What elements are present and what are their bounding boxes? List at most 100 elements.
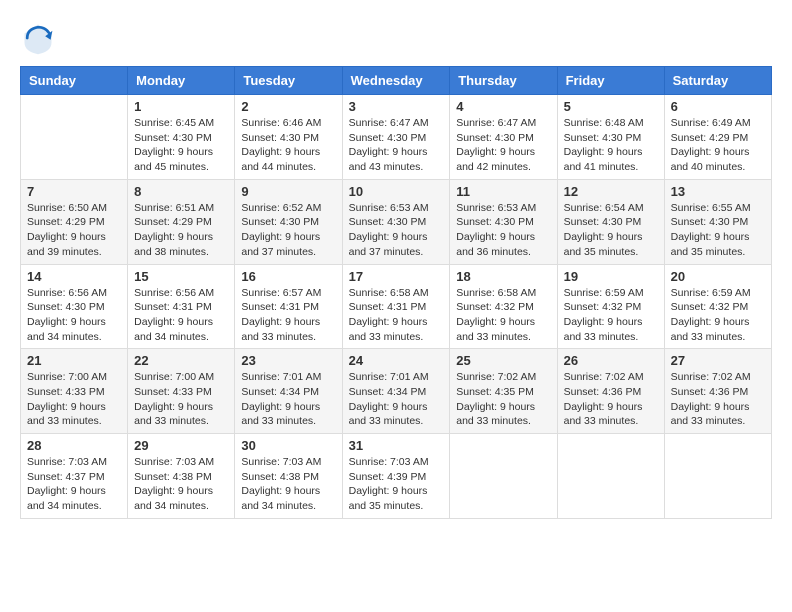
day-number: 2 <box>241 99 335 114</box>
calendar-cell: 22 Sunrise: 7:00 AMSunset: 4:33 PMDayligh… <box>128 349 235 434</box>
calendar-cell <box>664 434 771 519</box>
calendar-week-row: 7Sunrise: 6:50 AMSunset: 4:29 PMDaylight… <box>21 179 772 264</box>
day-info: Sunrise: 7:03 AMSunset: 4:37 PMDaylight:… <box>27 455 121 514</box>
day-number: 7 <box>27 184 121 199</box>
calendar-cell: 14Sunrise: 6:56 AMSunset: 4:30 PMDayligh… <box>21 264 128 349</box>
calendar-cell: 16 Sunrise: 6:57 AMSunset: 4:31 PMDayligh… <box>235 264 342 349</box>
day-info: Sunrise: 6:52 AMSunset: 4:30 PMDaylight:… <box>241 201 335 260</box>
day-info: Sunrise: 6:47 AMSunset: 4:30 PMDaylight:… <box>349 116 444 175</box>
calendar-cell: 2Sunrise: 6:46 AMSunset: 4:30 PMDaylight… <box>235 95 342 180</box>
day-info: Sunrise: 6:56 AMSunset: 4:30 PMDaylight:… <box>27 286 121 345</box>
logo <box>20 20 60 56</box>
calendar-cell: 13 Sunrise: 6:55 AMSunset: 4:30 PMDayligh… <box>664 179 771 264</box>
day-number: 8 <box>134 184 228 199</box>
day-number: 3 <box>349 99 444 114</box>
day-number: 22 <box>134 353 228 368</box>
calendar-header-row: SundayMondayTuesdayWednesdayThursdayFrid… <box>21 67 772 95</box>
calendar-cell: 7Sunrise: 6:50 AMSunset: 4:29 PMDaylight… <box>21 179 128 264</box>
calendar-cell: 21Sunrise: 7:00 AMSunset: 4:33 PMDayligh… <box>21 349 128 434</box>
calendar-table: SundayMondayTuesdayWednesdayThursdayFrid… <box>20 66 772 519</box>
calendar-cell: 25 Sunrise: 7:02 AMSunset: 4:35 PMDayligh… <box>450 349 557 434</box>
day-info: Sunrise: 6:56 AMSunset: 4:31 PMDaylight:… <box>134 286 228 345</box>
day-number: 26 <box>564 353 658 368</box>
calendar-cell: 4 Sunrise: 6:47 AMSunset: 4:30 PMDaylight… <box>450 95 557 180</box>
calendar-cell: 28 Sunrise: 7:03 AMSunset: 4:37 PMDayligh… <box>21 434 128 519</box>
day-info: Sunrise: 6:47 AMSunset: 4:30 PMDaylight:… <box>456 116 550 175</box>
calendar-cell: 12 Sunrise: 6:54 AMSunset: 4:30 PMDayligh… <box>557 179 664 264</box>
day-number: 20 <box>671 269 765 284</box>
calendar-week-row: 1Sunrise: 6:45 AMSunset: 4:30 PMDaylight… <box>21 95 772 180</box>
calendar-cell: 15 Sunrise: 6:56 AMSunset: 4:31 PMDayligh… <box>128 264 235 349</box>
calendar-day-header: Thursday <box>450 67 557 95</box>
day-number: 27 <box>671 353 765 368</box>
calendar-day-header: Saturday <box>664 67 771 95</box>
day-info: Sunrise: 6:51 AMSunset: 4:29 PMDaylight:… <box>134 201 228 260</box>
calendar-cell <box>557 434 664 519</box>
day-info: Sunrise: 6:49 AMSunset: 4:29 PMDaylight:… <box>671 116 765 175</box>
day-number: 19 <box>564 269 658 284</box>
calendar-cell: 26 Sunrise: 7:02 AMSunset: 4:36 PMDayligh… <box>557 349 664 434</box>
day-info: Sunrise: 7:00 AMSunset: 4:33 PMDaylight:… <box>27 370 121 429</box>
day-number: 28 <box>27 438 121 453</box>
day-number: 13 <box>671 184 765 199</box>
calendar-week-row: 14Sunrise: 6:56 AMSunset: 4:30 PMDayligh… <box>21 264 772 349</box>
day-info: Sunrise: 7:02 AMSunset: 4:35 PMDaylight:… <box>456 370 550 429</box>
day-info: Sunrise: 6:48 AMSunset: 4:30 PMDaylight:… <box>564 116 658 175</box>
calendar-cell <box>21 95 128 180</box>
calendar-cell: 29Sunrise: 7:03 AMSunset: 4:38 PMDayligh… <box>128 434 235 519</box>
calendar-cell: 9Sunrise: 6:52 AMSunset: 4:30 PMDaylight… <box>235 179 342 264</box>
calendar-cell: 20 Sunrise: 6:59 AMSunset: 4:32 PMDayligh… <box>664 264 771 349</box>
calendar-cell: 30Sunrise: 7:03 AMSunset: 4:38 PMDayligh… <box>235 434 342 519</box>
day-number: 18 <box>456 269 550 284</box>
calendar-cell: 31 Sunrise: 7:03 AMSunset: 4:39 PMDayligh… <box>342 434 450 519</box>
day-number: 6 <box>671 99 765 114</box>
calendar-cell <box>450 434 557 519</box>
day-info: Sunrise: 6:55 AMSunset: 4:30 PMDaylight:… <box>671 201 765 260</box>
day-number: 17 <box>349 269 444 284</box>
day-number: 10 <box>349 184 444 199</box>
calendar-week-row: 21Sunrise: 7:00 AMSunset: 4:33 PMDayligh… <box>21 349 772 434</box>
day-info: Sunrise: 6:54 AMSunset: 4:30 PMDaylight:… <box>564 201 658 260</box>
calendar-day-header: Wednesday <box>342 67 450 95</box>
day-info: Sunrise: 7:03 AMSunset: 4:38 PMDaylight:… <box>134 455 228 514</box>
calendar-cell: 5 Sunrise: 6:48 AMSunset: 4:30 PMDaylight… <box>557 95 664 180</box>
day-info: Sunrise: 6:45 AMSunset: 4:30 PMDaylight:… <box>134 116 228 175</box>
day-number: 4 <box>456 99 550 114</box>
day-info: Sunrise: 6:58 AMSunset: 4:32 PMDaylight:… <box>456 286 550 345</box>
page-header <box>20 20 772 56</box>
day-number: 25 <box>456 353 550 368</box>
day-number: 15 <box>134 269 228 284</box>
calendar-cell: 18 Sunrise: 6:58 AMSunset: 4:32 PMDayligh… <box>450 264 557 349</box>
day-number: 12 <box>564 184 658 199</box>
calendar-cell: 6 Sunrise: 6:49 AMSunset: 4:29 PMDaylight… <box>664 95 771 180</box>
day-info: Sunrise: 6:59 AMSunset: 4:32 PMDaylight:… <box>671 286 765 345</box>
day-info: Sunrise: 7:02 AMSunset: 4:36 PMDaylight:… <box>671 370 765 429</box>
calendar-cell: 23 Sunrise: 7:01 AMSunset: 4:34 PMDayligh… <box>235 349 342 434</box>
day-number: 11 <box>456 184 550 199</box>
day-info: Sunrise: 7:01 AMSunset: 4:34 PMDaylight:… <box>241 370 335 429</box>
day-number: 23 <box>241 353 335 368</box>
day-number: 16 <box>241 269 335 284</box>
day-info: Sunrise: 6:57 AMSunset: 4:31 PMDaylight:… <box>241 286 335 345</box>
day-number: 5 <box>564 99 658 114</box>
calendar-day-header: Monday <box>128 67 235 95</box>
calendar-cell: 27 Sunrise: 7:02 AMSunset: 4:36 PMDayligh… <box>664 349 771 434</box>
calendar-cell: 19Sunrise: 6:59 AMSunset: 4:32 PMDayligh… <box>557 264 664 349</box>
calendar-week-row: 28 Sunrise: 7:03 AMSunset: 4:37 PMDayligh… <box>21 434 772 519</box>
day-info: Sunrise: 7:03 AMSunset: 4:39 PMDaylight:… <box>349 455 444 514</box>
day-info: Sunrise: 7:01 AMSunset: 4:34 PMDaylight:… <box>349 370 444 429</box>
calendar-day-header: Tuesday <box>235 67 342 95</box>
calendar-day-header: Friday <box>557 67 664 95</box>
calendar-cell: 10 Sunrise: 6:53 AMSunset: 4:30 PMDayligh… <box>342 179 450 264</box>
calendar-cell: 8 Sunrise: 6:51 AMSunset: 4:29 PMDaylight… <box>128 179 235 264</box>
day-info: Sunrise: 7:00 AMSunset: 4:33 PMDaylight:… <box>134 370 228 429</box>
day-info: Sunrise: 7:03 AMSunset: 4:38 PMDaylight:… <box>241 455 335 514</box>
day-number: 31 <box>349 438 444 453</box>
calendar-cell: 11Sunrise: 6:53 AMSunset: 4:30 PMDayligh… <box>450 179 557 264</box>
day-number: 24 <box>349 353 444 368</box>
day-info: Sunrise: 6:53 AMSunset: 4:30 PMDaylight:… <box>349 201 444 260</box>
calendar-cell: 24 Sunrise: 7:01 AMSunset: 4:34 PMDayligh… <box>342 349 450 434</box>
logo-icon <box>20 20 56 56</box>
day-info: Sunrise: 7:02 AMSunset: 4:36 PMDaylight:… <box>564 370 658 429</box>
calendar-cell: 1Sunrise: 6:45 AMSunset: 4:30 PMDaylight… <box>128 95 235 180</box>
